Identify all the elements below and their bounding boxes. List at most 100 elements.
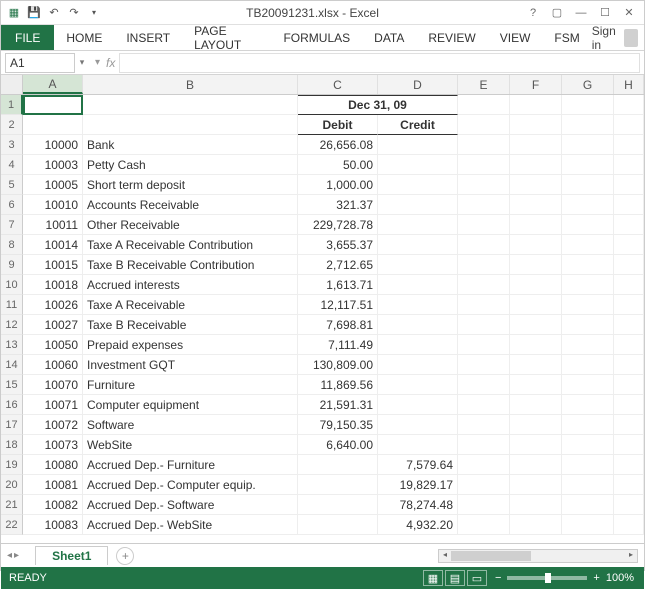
cell[interactable]	[562, 395, 614, 415]
cell[interactable]	[510, 195, 562, 215]
cell[interactable]	[562, 275, 614, 295]
cell[interactable]	[510, 395, 562, 415]
period-header[interactable]: Dec 31, 09	[298, 95, 458, 115]
cell[interactable]	[614, 235, 644, 255]
credit-value[interactable]	[378, 175, 458, 195]
account-code[interactable]: 10070	[23, 375, 83, 395]
cell[interactable]	[614, 515, 644, 535]
row-header[interactable]: 10	[1, 275, 23, 295]
cell[interactable]	[614, 195, 644, 215]
debit-header[interactable]: Debit	[298, 115, 378, 135]
cell[interactable]	[458, 415, 510, 435]
cell[interactable]	[510, 235, 562, 255]
cell[interactable]	[510, 95, 562, 115]
credit-value[interactable]	[378, 395, 458, 415]
tab-page-layout[interactable]: PAGE LAYOUT	[182, 25, 271, 50]
row-header[interactable]: 3	[1, 135, 23, 155]
cell[interactable]	[614, 475, 644, 495]
zoom-out-icon[interactable]: −	[495, 572, 501, 584]
cell[interactable]	[562, 495, 614, 515]
credit-value[interactable]	[378, 135, 458, 155]
account-name[interactable]: Other Receivable	[83, 215, 298, 235]
account-code[interactable]: 10011	[23, 215, 83, 235]
cell[interactable]	[458, 495, 510, 515]
cell[interactable]	[562, 155, 614, 175]
cell[interactable]	[458, 375, 510, 395]
tab-formulas[interactable]: FORMULAS	[271, 25, 362, 50]
cell[interactable]	[562, 335, 614, 355]
view-page-break-icon[interactable]: ▭	[467, 570, 487, 586]
credit-value[interactable]	[378, 235, 458, 255]
view-normal-icon[interactable]: ▦	[423, 570, 443, 586]
credit-value[interactable]	[378, 415, 458, 435]
cell[interactable]	[562, 295, 614, 315]
col-header-b[interactable]: B	[83, 75, 298, 94]
scroll-right-icon[interactable]: ▸	[625, 550, 637, 562]
cell[interactable]	[614, 115, 644, 135]
col-header-h[interactable]: H	[614, 75, 644, 94]
account-name[interactable]: Computer equipment	[83, 395, 298, 415]
debit-value[interactable]: 26,656.08	[298, 135, 378, 155]
col-header-g[interactable]: G	[562, 75, 614, 94]
cell[interactable]	[510, 435, 562, 455]
row-header[interactable]: 14	[1, 355, 23, 375]
account-name[interactable]: Software	[83, 415, 298, 435]
cell[interactable]	[458, 295, 510, 315]
ribbon-options-icon[interactable]: ▢	[546, 4, 568, 22]
debit-value[interactable]: 6,640.00	[298, 435, 378, 455]
cell[interactable]	[614, 455, 644, 475]
fx-icon[interactable]: fx	[106, 56, 115, 70]
cell[interactable]	[510, 495, 562, 515]
cell[interactable]	[614, 295, 644, 315]
cell[interactable]	[510, 295, 562, 315]
account-name[interactable]: Accounts Receivable	[83, 195, 298, 215]
sheet-nav-prev-icon[interactable]: ◂	[7, 550, 12, 561]
cell[interactable]	[458, 155, 510, 175]
cell[interactable]	[562, 475, 614, 495]
cell[interactable]	[458, 215, 510, 235]
cell[interactable]	[562, 195, 614, 215]
cell[interactable]	[562, 235, 614, 255]
credit-value[interactable]	[378, 355, 458, 375]
sheet-tab-1[interactable]: Sheet1	[35, 546, 108, 565]
debit-value[interactable]: 1,000.00	[298, 175, 378, 195]
credit-value[interactable]	[378, 275, 458, 295]
tab-data[interactable]: DATA	[362, 25, 416, 50]
cell[interactable]	[510, 455, 562, 475]
cell[interactable]	[510, 255, 562, 275]
account-code[interactable]: 10026	[23, 295, 83, 315]
cell[interactable]	[458, 115, 510, 135]
cell[interactable]	[562, 255, 614, 275]
cell[interactable]	[614, 155, 644, 175]
row-header[interactable]: 13	[1, 335, 23, 355]
cell[interactable]	[614, 395, 644, 415]
scroll-left-icon[interactable]: ◂	[439, 550, 451, 562]
cell[interactable]	[458, 175, 510, 195]
name-box-dropdown-icon[interactable]: ▾	[75, 57, 89, 68]
cell[interactable]	[458, 475, 510, 495]
credit-value[interactable]	[378, 295, 458, 315]
zoom-thumb[interactable]	[545, 573, 551, 583]
cell[interactable]	[562, 95, 614, 115]
cell[interactable]	[458, 515, 510, 535]
cell[interactable]	[614, 175, 644, 195]
redo-icon[interactable]: ↷	[65, 4, 83, 22]
row-header[interactable]: 4	[1, 155, 23, 175]
credit-value[interactable]	[378, 255, 458, 275]
account-name[interactable]: Taxe B Receivable Contribution	[83, 255, 298, 275]
cell[interactable]	[458, 355, 510, 375]
cell[interactable]	[23, 115, 83, 135]
cell[interactable]	[510, 375, 562, 395]
name-box[interactable]: A1	[5, 53, 75, 73]
debit-value[interactable]: 3,655.37	[298, 235, 378, 255]
cell[interactable]	[458, 195, 510, 215]
formula-bar[interactable]	[119, 53, 640, 73]
account-code[interactable]: 10073	[23, 435, 83, 455]
row-header[interactable]: 11	[1, 295, 23, 315]
row-header[interactable]: 7	[1, 215, 23, 235]
account-name[interactable]: Taxe B Receivable	[83, 315, 298, 335]
debit-value[interactable]: 130,809.00	[298, 355, 378, 375]
account-code[interactable]: 10082	[23, 495, 83, 515]
cell[interactable]	[510, 335, 562, 355]
debit-value[interactable]: 321.37	[298, 195, 378, 215]
